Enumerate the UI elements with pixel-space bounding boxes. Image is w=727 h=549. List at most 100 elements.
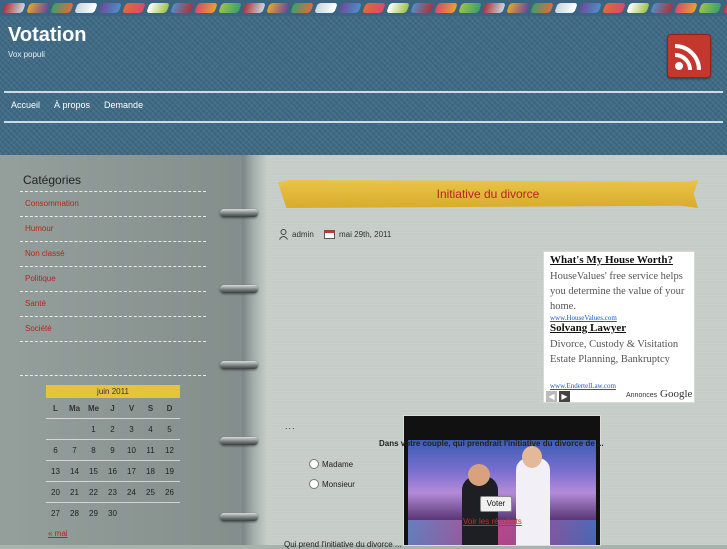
calendar-weekday: S — [147, 403, 154, 413]
decorative-bead — [2, 3, 26, 13]
rss-feed-button[interactable] — [667, 34, 711, 78]
decorative-bead — [530, 3, 554, 13]
calendar-day: 28 — [70, 508, 79, 518]
post-title[interactable]: Initiative du divorce — [278, 180, 698, 208]
ad-annonces-label[interactable]: Annonces — [626, 392, 657, 399]
decorative-bead — [698, 3, 722, 13]
calendar-day: 11 — [146, 445, 155, 455]
site-header: Votation Vox populi Accueil À propos Dem… — [0, 0, 727, 155]
category-divider — [20, 241, 206, 242]
calendar-day: 15 — [89, 466, 98, 476]
decorative-bead — [458, 3, 482, 13]
decorative-bead — [98, 3, 122, 13]
decorative-bead — [50, 3, 74, 13]
nav-item-demande[interactable]: Demande — [97, 100, 150, 114]
decorative-bead — [170, 3, 194, 13]
calendar-day: 9 — [110, 445, 115, 455]
poll-option-madame[interactable]: Madame — [309, 459, 353, 469]
poll-option-label: Madame — [322, 459, 354, 469]
nav-item-a-propos[interactable]: À propos — [47, 100, 97, 114]
decorative-bead — [218, 3, 242, 13]
calendar-weekday: Ma — [68, 403, 81, 413]
user-icon — [279, 228, 288, 240]
category-link-humour[interactable]: Humour — [25, 224, 53, 233]
category-divider — [20, 316, 206, 317]
decorative-bead — [602, 3, 626, 13]
ad-prev-arrow-icon[interactable]: ◀ — [546, 391, 557, 402]
decorative-bead — [626, 3, 650, 13]
decorative-bead — [362, 3, 386, 13]
poll-option-monsieur[interactable]: Monsieur — [309, 479, 355, 489]
calendar-day: 6 — [53, 445, 58, 455]
poll-option-label: Monsieur — [322, 479, 355, 489]
decorative-bead — [554, 3, 578, 13]
view-results-link[interactable]: Voir les résultats — [463, 517, 522, 526]
calendar-day: 3 — [129, 424, 134, 434]
calendar-week-row: 27 28 29 30 — [46, 502, 180, 523]
calendar-day: 20 — [51, 487, 60, 497]
calendar-day: 26 — [165, 487, 174, 497]
category-link-sante[interactable]: Santé — [25, 299, 46, 308]
post-date-text: mai 29th, 2011 — [339, 229, 392, 239]
decorative-bead — [506, 3, 530, 13]
calendar-caption: juin 2011 — [46, 385, 180, 398]
ad-text-1: HouseValues' free service helps you dete… — [550, 271, 685, 312]
category-divider — [20, 191, 206, 192]
decorative-bead — [26, 3, 50, 13]
binder-ring — [220, 513, 258, 521]
poll-question: Dans votre couple, qui prendrait l'initi… — [379, 439, 604, 448]
calendar-weekday-row: L Ma Me J V S D — [46, 398, 180, 418]
calendar-day: 12 — [165, 445, 174, 455]
site-title[interactable]: Votation — [8, 24, 87, 47]
radio-button[interactable] — [309, 479, 319, 489]
decorative-bead — [434, 3, 458, 13]
nav-divider-bottom — [4, 121, 723, 123]
category-divider — [20, 291, 206, 292]
post-date: mai 29th, 2011 — [324, 228, 391, 240]
google-logo: Google — [660, 388, 693, 400]
decorative-bead — [338, 3, 362, 13]
decorative-bead — [674, 3, 698, 13]
ad-title-2[interactable]: Solvang Lawyer — [550, 322, 626, 334]
video-person-head — [468, 464, 490, 486]
calendar-week-row: 1 2 3 4 5 — [46, 418, 180, 439]
calendar-day: 27 — [51, 508, 60, 518]
category-link-non-classe[interactable]: Non classé — [25, 249, 65, 258]
binder-ring — [220, 437, 258, 445]
calendar-weekday: V — [128, 403, 135, 413]
ad-url-2[interactable]: www.EndertelLaw.com — [550, 382, 616, 390]
category-divider — [20, 341, 206, 342]
radio-button[interactable] — [309, 459, 319, 469]
calendar-day: 8 — [91, 445, 96, 455]
decorative-bead — [74, 3, 98, 13]
calendar-prev-month-link[interactable]: « mai — [48, 529, 68, 538]
decorative-bead — [482, 3, 506, 13]
decorative-bead — [578, 3, 602, 13]
ellipsis-text: ... — [285, 422, 296, 431]
decorative-bead — [194, 3, 218, 13]
vote-button[interactable]: Voter — [480, 496, 512, 512]
ad-url-1[interactable]: www.HouseValues.com — [550, 314, 617, 322]
binder-ring — [220, 361, 258, 369]
google-ad-block: What's My House Worth? HouseValues' free… — [543, 251, 695, 403]
category-link-societe[interactable]: Société — [25, 324, 52, 333]
nav-divider-top — [4, 91, 723, 93]
calendar-weekday: J — [110, 403, 115, 413]
author-name[interactable]: admin — [292, 230, 314, 239]
calendar-day: 25 — [146, 487, 155, 497]
nav-item-accueil[interactable]: Accueil — [4, 100, 47, 114]
ad-title-1[interactable]: What's My House Worth? — [550, 254, 673, 266]
calendar-day: 30 — [108, 508, 117, 518]
calendar-day: 5 — [167, 424, 172, 434]
calendar-day: 7 — [72, 445, 77, 455]
decorative-bead — [266, 3, 290, 13]
category-link-consommation[interactable]: Consommation — [25, 199, 79, 208]
calendar-weekday: L — [53, 403, 58, 413]
ad-next-arrow-icon[interactable]: ▶ — [559, 391, 570, 402]
calendar-body: 1 2 3 4 5 6 7 8 9 10 11 12 13 14 15 16 17 18 19 20 21 22 23 24 2… — [46, 418, 180, 523]
decorative-bead-border — [0, 0, 727, 16]
category-link-politique[interactable]: Politique — [25, 274, 56, 283]
category-divider — [20, 266, 206, 267]
calendar-day: 14 — [70, 466, 79, 476]
ad-text-2: Divorce, Custody & Visitation Estate Pla… — [550, 339, 679, 365]
